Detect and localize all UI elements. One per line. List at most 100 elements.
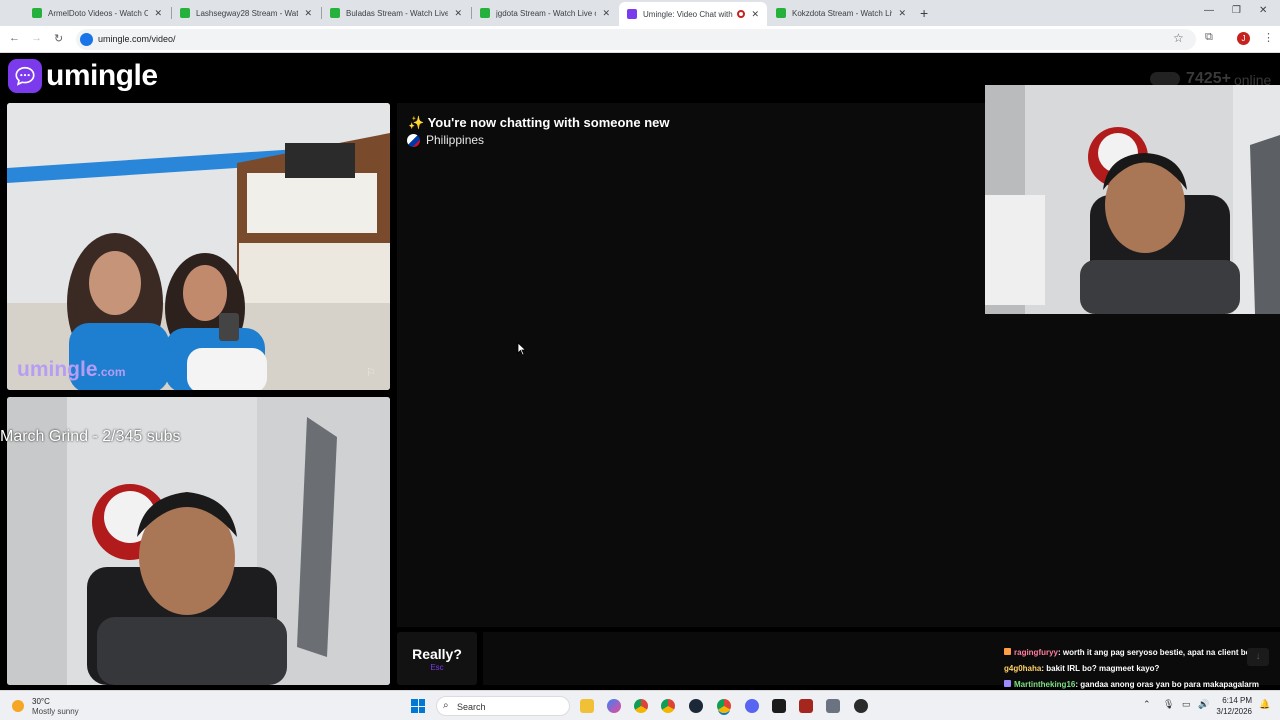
- stranger-country: Philippines: [407, 133, 484, 147]
- chat-panel: [397, 103, 986, 627]
- system-message: ✨ You're now chatting with someone new: [408, 115, 670, 131]
- streamer-webcam-frame: [985, 85, 1280, 314]
- browser-menu-icon[interactable]: ⋮: [1263, 31, 1274, 44]
- stream-chat-overlay: ragingfuryy: worth it ang pag seryoso be…: [1004, 648, 1276, 696]
- skip-button-label: Really?: [412, 646, 462, 662]
- tab-title: Umingle: Video Chat with S: [643, 9, 734, 19]
- file-explorer-icon[interactable]: [580, 699, 594, 713]
- browser-tab[interactable]: jgdota Stream - Watch Live on ✕: [472, 3, 618, 23]
- close-tab-icon[interactable]: ✕: [898, 8, 906, 19]
- umingle-icon: [627, 9, 637, 19]
- discord-icon[interactable]: [745, 699, 759, 713]
- close-tab-icon[interactable]: ✕: [454, 8, 462, 19]
- tab-title: Buladas Stream - Watch Live o: [346, 8, 449, 18]
- chat-panel-right: [986, 314, 1280, 627]
- minimize-icon[interactable]: —: [1204, 5, 1214, 16]
- report-flag-icon[interactable]: ⚐: [366, 366, 376, 379]
- tab-title: Kokzdota Stream - Watch Live: [792, 8, 893, 18]
- skip-button[interactable]: Really? Esc: [397, 632, 477, 685]
- kick-icon: [32, 8, 42, 18]
- extensions-icon[interactable]: ⧉: [1205, 31, 1213, 44]
- reload-icon[interactable]: ↻: [54, 32, 63, 45]
- country-name: Philippines: [426, 133, 485, 147]
- chrome-icon[interactable]: [661, 699, 675, 713]
- obs-icon[interactable]: [772, 699, 786, 713]
- close-window-icon[interactable]: ✕: [1259, 5, 1267, 16]
- logo-text[interactable]: umingle: [46, 59, 158, 93]
- mouse-cursor-icon: [517, 342, 527, 356]
- stream-overlay-text: March Grind - 2/345 subs: [0, 428, 181, 445]
- chat-message-text: : gandaa anong oras yan bo para makapaga…: [1075, 680, 1259, 689]
- back-icon[interactable]: ←: [9, 32, 20, 44]
- watermark-suffix: .com: [97, 365, 126, 379]
- sparkles-icon: ✨: [408, 115, 425, 130]
- chat-message-text: : bakit IRL bo? magmeet kayo?: [1041, 664, 1160, 673]
- browser-tab[interactable]: Lashsegway28 Stream - Watch ✕: [172, 3, 320, 23]
- close-tab-icon[interactable]: ✕: [751, 9, 759, 20]
- search-icon: ⌕: [443, 700, 449, 711]
- chrome-icon[interactable]: [634, 699, 648, 713]
- kick-icon: [180, 8, 190, 18]
- stream-chat-message: g4g0haha: bakit IRL bo? magmeet kayo?: [1004, 664, 1276, 680]
- chat-username: Martintheking16: [1014, 680, 1076, 689]
- profile-avatar[interactable]: J: [1237, 32, 1250, 45]
- windows-taskbar: 30°C Mostly sunny ⌕ Search ⌃ 🎙 ▭ 🔊 6:14 …: [0, 690, 1280, 720]
- dota-icon[interactable]: [799, 699, 813, 713]
- url-field[interactable]: umingle.com/video/: [76, 29, 1196, 50]
- stranger-video-frame: [7, 103, 390, 390]
- philippines-flag-icon: [407, 133, 420, 147]
- taskbar-search[interactable]: ⌕ Search: [436, 696, 570, 716]
- tab-title: Lashsegway28 Stream - Watch: [196, 8, 299, 18]
- microphone-icon[interactable]: 🎙: [1163, 699, 1174, 710]
- bookmark-star-icon[interactable]: ☆: [1173, 31, 1184, 45]
- stream-chat-message: ragingfuryy: worth it ang pag seryoso be…: [1004, 648, 1276, 664]
- kick-icon: [776, 8, 786, 18]
- stranger-video: umingle.com: [7, 103, 390, 390]
- browser-tab[interactable]: Kokzdota Stream - Watch Live ✕: [768, 3, 914, 23]
- scroll-down-icon[interactable]: ↓: [1247, 648, 1269, 666]
- recording-icon: [737, 10, 746, 18]
- steam-icon[interactable]: [689, 699, 703, 713]
- network-icon[interactable]: ▭: [1182, 699, 1191, 710]
- chat-message-text: : worth it ang pag seryoso bestie, apat …: [1058, 648, 1264, 657]
- windows-start-icon[interactable]: [411, 699, 425, 713]
- kick-icon: [330, 8, 340, 18]
- notification-bell-icon[interactable]: 🔔: [1259, 699, 1270, 710]
- umingle-logo-icon[interactable]: [8, 59, 42, 93]
- calculator-icon[interactable]: [826, 699, 840, 713]
- tray-overflow-icon[interactable]: ⌃: [1143, 699, 1151, 710]
- kick-icon: [480, 8, 490, 18]
- address-bar: ← → ↻ umingle.com/video/: [0, 26, 1280, 53]
- close-tab-icon[interactable]: ✕: [154, 8, 162, 19]
- clock-time[interactable]: 6:14 PM: [1208, 696, 1252, 705]
- clock-date[interactable]: 3/12/2026: [1208, 707, 1252, 716]
- weather-temperature: 30°C: [32, 697, 50, 706]
- copilot-icon[interactable]: [607, 699, 621, 713]
- skip-shortcut-hint: Esc: [430, 663, 444, 672]
- browser-tabstrip: ArmelDoto Videos - Watch On ✕ Lashsegway…: [0, 0, 1280, 26]
- app-icon[interactable]: [854, 699, 868, 713]
- browser-tab[interactable]: Buladas Stream - Watch Live o ✕: [322, 3, 470, 23]
- browser-tab[interactable]: ArmelDoto Videos - Watch On ✕: [24, 3, 170, 23]
- online-toggle[interactable]: [1150, 72, 1180, 86]
- chat-bubble-icon: [15, 66, 35, 86]
- system-message-text: You're now chatting with someone new: [427, 115, 670, 130]
- chrome-active-icon[interactable]: [717, 699, 731, 713]
- umingle-watermark: umingle.com: [17, 358, 126, 382]
- close-tab-icon[interactable]: ✕: [602, 8, 610, 19]
- browser-tab-active[interactable]: Umingle: Video Chat with S ✕: [619, 2, 767, 26]
- url-text: umingle.com/video/: [98, 34, 176, 44]
- new-tab-icon[interactable]: +: [920, 5, 928, 21]
- site-info-icon[interactable]: [80, 33, 93, 46]
- streamer-webcam: [985, 85, 1280, 314]
- forward-icon[interactable]: →: [31, 32, 42, 44]
- tab-title: jgdota Stream - Watch Live on: [496, 8, 597, 18]
- music-badge-icon: [1004, 680, 1011, 687]
- chat-username: g4g0haha: [1004, 664, 1042, 673]
- taskbar-search-label: Search: [457, 702, 486, 712]
- gift-badge-icon: [1004, 648, 1011, 655]
- watermark-text: umingle: [17, 358, 98, 381]
- close-tab-icon[interactable]: ✕: [304, 8, 312, 19]
- weather-sun-icon[interactable]: [12, 700, 24, 712]
- maximize-icon[interactable]: ❐: [1232, 5, 1241, 16]
